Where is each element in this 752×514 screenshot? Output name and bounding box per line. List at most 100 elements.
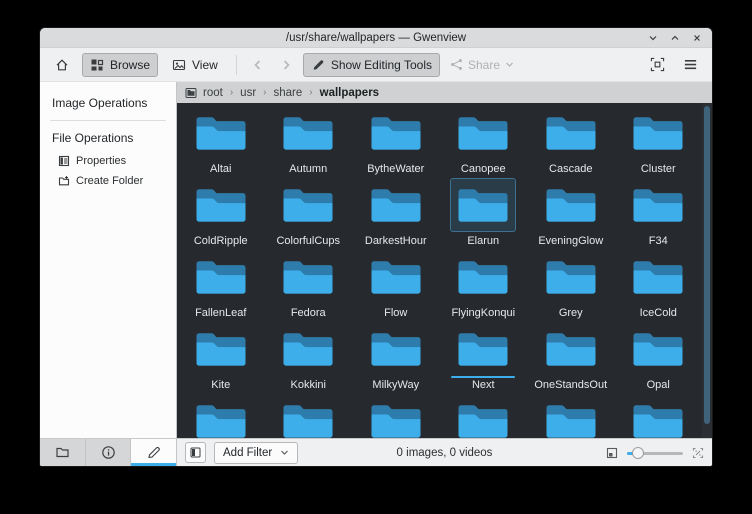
folder-item-grey[interactable]: Grey [527,250,615,322]
folder-icon [450,394,516,438]
folder-label: ColorfulCups [276,235,340,247]
folder-item-autumn[interactable]: Autumn [265,106,353,178]
view-mode-button[interactable]: View [164,53,226,77]
folder-label: F34 [649,235,668,247]
folder-item-f34[interactable]: F34 [615,178,703,250]
share-button[interactable]: Share [446,58,518,72]
current-item-underline [276,232,340,234]
close-icon[interactable] [692,33,702,43]
current-item-underline [539,304,603,306]
breadcrumb-item-root[interactable]: root [203,87,223,99]
breadcrumb-separator-icon: › [263,87,266,98]
hamburger-menu-icon[interactable] [677,52,704,77]
fullscreen-icon [650,57,665,72]
current-item-underline [364,160,428,162]
current-item-underline [276,376,340,378]
home-icon [54,57,70,73]
folder-icon [538,106,604,160]
create-folder-button[interactable]: Create Folder [40,171,176,191]
folder-item-flyingkonqui[interactable]: FlyingKonqui [440,250,528,322]
folder-icon [538,394,604,438]
show-editing-tools-button[interactable]: Show Editing Tools [303,53,440,77]
sidebar: Image Operations File Operations Propert… [40,82,177,466]
sidebar-divider [50,120,166,121]
folder-icon [625,250,691,304]
zoom-slider-thumb[interactable] [632,447,644,459]
tab-information[interactable] [86,439,132,466]
folder-item-partial[interactable] [177,394,265,438]
forward-button[interactable] [275,56,297,74]
folder-item-altai[interactable]: Altai [177,106,265,178]
properties-button[interactable]: Properties [40,151,176,171]
current-item-underline [626,376,690,378]
maximize-icon[interactable] [670,33,680,43]
sidebar-toggle-icon [190,447,201,458]
folder-item-elarun[interactable]: Elarun [440,178,528,250]
home-button[interactable] [48,52,76,78]
folder-item-colorfulcups[interactable]: ColorfulCups [265,178,353,250]
fullscreen-button[interactable] [644,52,671,77]
breadcrumb-item-share[interactable]: share [274,87,303,99]
folder-label: Kite [211,379,230,391]
folder-label: BytheWater [367,163,424,175]
folder-item-kokkini[interactable]: Kokkini [265,322,353,394]
minimize-icon[interactable] [648,33,658,43]
folder-item-next[interactable]: Next [440,322,528,394]
folder-item-cluster[interactable]: Cluster [615,106,703,178]
folder-item-fallenleaf[interactable]: FallenLeaf [177,250,265,322]
folder-item-coldripple[interactable]: ColdRipple [177,178,265,250]
breadcrumb-item-wallpapers[interactable]: wallpapers [320,87,379,99]
folder-item-cascade[interactable]: Cascade [527,106,615,178]
zoom-fit-icon[interactable] [606,447,618,459]
folder-label: MilkyWay [372,379,419,391]
current-item-underline [451,376,515,378]
folder-label: EveningGlow [538,235,603,247]
folder-item-partial[interactable] [265,394,353,438]
show-editing-tools-label: Show Editing Tools [331,58,432,72]
folder-item-partial[interactable] [615,394,703,438]
current-item-underline [276,160,340,162]
folder-item-kite[interactable]: Kite [177,322,265,394]
folder-tab-icon [55,445,70,460]
current-item-underline [451,160,515,162]
folder-item-fedora[interactable]: Fedora [265,250,353,322]
folder-item-opal[interactable]: Opal [615,322,703,394]
add-filter-chevron-icon [280,448,289,457]
folder-item-flow[interactable]: Flow [352,250,440,322]
create-folder-label: Create Folder [76,175,143,187]
folder-icon [275,322,341,376]
current-item-underline [189,376,253,378]
current-item-underline [189,232,253,234]
sidebar-toggle-button[interactable] [185,442,206,463]
zoom-actual-size-icon[interactable] [692,447,704,459]
folder-item-partial[interactable] [440,394,528,438]
folder-icon [188,250,254,304]
folder-item-bythewater[interactable]: BytheWater [352,106,440,178]
back-button[interactable] [247,56,269,74]
pencil-icon [311,58,325,72]
breadcrumb-item-usr[interactable]: usr [240,87,256,99]
folder-icon [363,178,429,232]
folder-item-icecold[interactable]: IceCold [615,250,703,322]
folder-item-canopee[interactable]: Canopee [440,106,528,178]
folder-item-eveningglow[interactable]: EveningGlow [527,178,615,250]
folder-item-partial[interactable] [352,394,440,438]
zoom-slider[interactable] [627,446,683,460]
share-chevron-icon [505,60,514,69]
titlebar[interactable]: /usr/share/wallpapers — Gwenview [40,28,712,48]
folder-item-onestandsout[interactable]: OneStandsOut [527,322,615,394]
folder-item-partial[interactable] [527,394,615,438]
tab-folders[interactable] [40,439,86,466]
folder-item-darkesthour[interactable]: DarkestHour [352,178,440,250]
current-item-underline [364,304,428,306]
folder-icon [625,394,691,438]
folder-icon [538,250,604,304]
folder-item-milkyway[interactable]: MilkyWay [352,322,440,394]
browse-mode-button[interactable]: Browse [82,53,158,77]
current-item-underline [364,232,428,234]
tab-operations[interactable] [131,439,176,466]
scrollbar-thumb[interactable] [704,106,710,424]
scrollbar-track[interactable] [702,103,712,438]
add-filter-button[interactable]: Add Filter [214,442,298,464]
folder-icon [450,250,516,304]
